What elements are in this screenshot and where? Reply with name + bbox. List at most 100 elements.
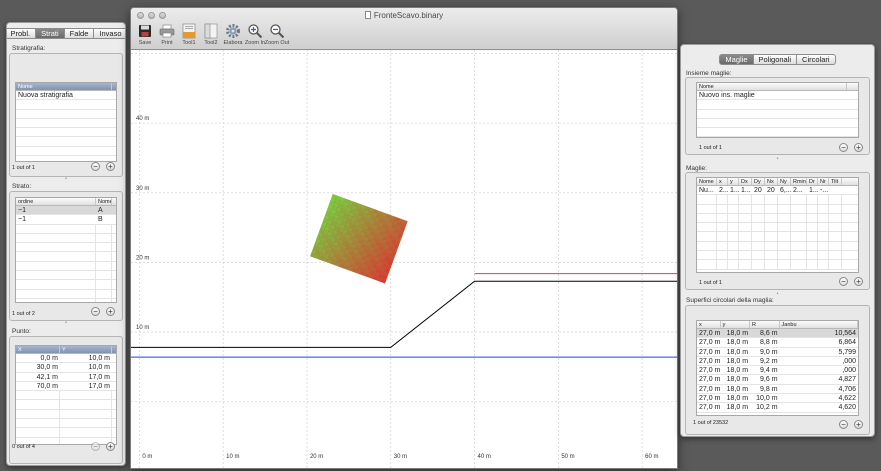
empty-cell [16,100,112,108]
table-cell: 30,0 m [36,364,58,372]
empty-row [697,241,858,252]
splitter-handle[interactable]: • [64,177,68,182]
right-tab-maglie[interactable]: Maglie [719,54,754,65]
empty-cell [752,195,765,204]
empty-row [16,271,116,281]
superfici-table[interactable]: x y R Janbu 27,0 m 18,0 m 8,6 m 10,564 27,0 m 18,… [696,320,859,416]
column-header[interactable]: Nome [96,198,112,205]
empty-row [16,128,116,138]
strato-remove-button[interactable]: − [91,307,100,316]
empty-cell [96,243,112,252]
table-row[interactable]: 27,0 m 18,0 m 9,2 m ,000 [697,357,858,367]
empty-cell [829,241,842,251]
table-cell: 9,2 m [760,357,778,365]
empty-cell [717,223,728,232]
column-header[interactable]: Nome [697,178,717,185]
table-cell: −1 [18,207,26,214]
right-tab-circolari[interactable]: Circolari [797,54,836,65]
column-header[interactable]: Rmin [791,178,807,185]
column-header[interactable]: x [697,321,721,328]
cross-section-chart[interactable]: 0 m 10 m 20 m 30 m 40 m 50 m 60 m 10 m 20 m 30 m 4… [131,50,678,469]
left-tab-probl[interactable]: Probl. [7,28,37,39]
superfici-remove-button[interactable]: − [839,420,848,429]
table-row[interactable]: 70,0 m 17,0 m [16,382,116,392]
column-header[interactable]: ordine [16,198,96,205]
table-row[interactable]: 27,0 m 18,0 m 9,8 m 4,706 [697,385,858,395]
table-row[interactable]: 27,0 m 18,0 m 10,0 m 4,622 [697,394,858,404]
empty-cell [16,298,96,302]
table-row[interactable]: 27,0 m 18,0 m 9,0 m 5,799 [697,348,858,357]
left-tab-invaso[interactable]: Invaso [94,28,125,39]
left-tab-strati[interactable]: Strati [36,28,65,39]
table-row[interactable]: Nuova stratigrafia [16,91,116,101]
column-header[interactable]: Dr [807,178,818,185]
empty-cell [807,204,818,213]
column-header[interactable]: y [721,321,751,328]
stratigrafia-add-button[interactable]: + [106,162,115,171]
empty-row [16,156,116,161]
strato-add-button[interactable]: + [106,307,115,316]
empty-row [16,100,116,110]
table-cell: Nuova stratigrafia [18,92,73,99]
table-row[interactable]: −1 A [16,206,116,216]
table-cell: 18,0 m [726,385,749,393]
column-header[interactable]: Dy [752,178,765,185]
column-header[interactable]: Y [60,346,112,353]
table-row[interactable]: 27,0 m 18,0 m 8,8 m 6,864 [697,338,858,348]
maglie-add-button[interactable]: + [854,277,863,286]
table-cell: 10,2 m [756,404,778,412]
column-header[interactable]: Ny [778,178,791,185]
splitter-handle[interactable]: • [64,321,68,326]
table-cell: 27,0 m [699,395,721,403]
x-tick-label: 20 m [310,454,323,460]
left-tab-falde[interactable]: Falde [64,28,95,39]
column-header[interactable]: X [16,346,60,353]
column-header[interactable]: Nr [818,178,829,185]
empty-cell [807,260,818,269]
splitter-handle[interactable]: • [776,292,780,297]
table-row[interactable]: −1 B [16,215,116,225]
table-row[interactable]: 0,0 m 10,0 m [16,354,116,364]
insieme-add-button[interactable]: + [854,143,863,152]
empty-cell [739,260,752,269]
table-row[interactable]: Nuovo ins. maglie [697,91,858,101]
column-header[interactable]: x [717,178,728,185]
table-row[interactable]: 27,0 m 18,0 m 9,6 m 4,827 [697,375,858,385]
splitter-handle[interactable]: • [776,157,780,162]
column-header[interactable]: R [750,321,780,328]
column-header[interactable]: Dx [739,178,752,185]
punto-add-button[interactable]: + [106,442,115,451]
table-row[interactable]: 27,0 m 18,0 m 8,6 m 10,564 [697,329,858,339]
empty-cell [728,232,739,241]
table-header: XY [16,346,116,354]
column-header[interactable]: Tilt [829,178,842,185]
column-header[interactable]: Nome [16,83,112,90]
empty-cell [697,223,717,232]
strato-table[interactable]: ordine Nome −1 A −1 B [15,197,117,303]
table-cell: 70,0 m [36,382,58,390]
table-cell: 18,0 m [726,339,749,347]
column-header[interactable]: Nx [765,178,778,185]
column-header[interactable]: Nome [697,83,847,90]
punto-table[interactable]: X Y 0,0 m 10,0 m 30,0 m 10,0 m 42,1 m 17,0 m 70,… [15,345,117,445]
insieme-remove-button[interactable]: − [839,143,848,152]
stratigrafia-table[interactable]: Nome Nuova stratigrafia [15,82,117,162]
table-row[interactable]: 42,1 m 17,0 m [16,373,116,382]
maglie-remove-button[interactable]: − [839,277,848,286]
insieme-maglie-table[interactable]: Nome Nuovo ins. maglie [696,82,859,138]
punto-remove-button[interactable]: − [91,442,100,451]
x-tick-label: 60 m [645,454,658,460]
table-row[interactable]: 27,0 m 18,0 m 9,4 m ,000 [697,366,858,376]
superfici-add-button[interactable]: + [854,420,863,429]
right-tab-poligonali[interactable]: Poligonali [753,54,798,65]
column-header[interactable]: y [728,178,739,185]
table-row[interactable]: 30,0 m 10,0 m [16,363,116,373]
empty-cell [717,213,728,223]
stratigrafia-remove-button[interactable]: − [91,162,100,171]
table-row[interactable]: 27,0 m 18,0 m 10,2 m 4,620 [697,403,858,413]
maglie-table[interactable]: Nome x y Dx Dy Nx Ny Rmin Dr Nr Tilt Nu... 2... 1... 1… [696,177,859,273]
table-row[interactable]: Nu... 2... 1... 1... 20 20 6,... 2... 1... -... [697,186,858,196]
zoom-out-tool-button[interactable]: Zoom Out [265,22,289,46]
column-header[interactable]: Janbu [780,321,858,328]
empty-cell [16,400,60,409]
